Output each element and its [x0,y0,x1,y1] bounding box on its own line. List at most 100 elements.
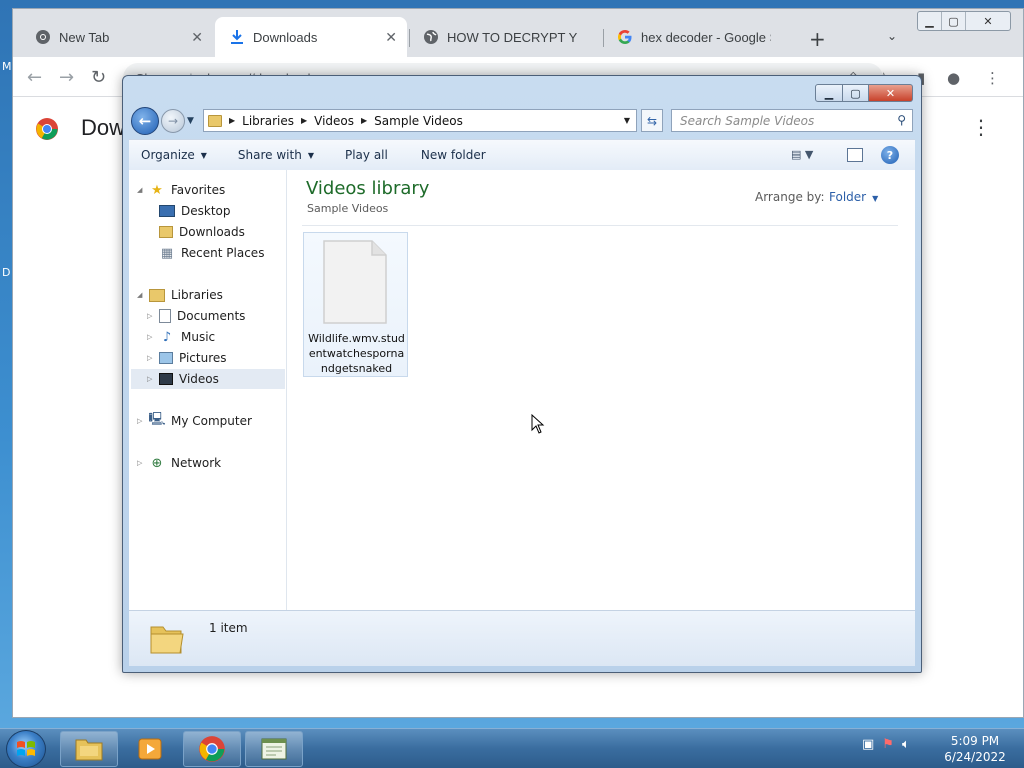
new-tab-button[interactable]: + [809,27,826,51]
start-button[interactable] [6,730,46,768]
search-icon[interactable]: ⚲ [897,113,906,127]
chrome-menu-icon[interactable]: ⋮ [985,69,1000,87]
clock[interactable]: 5:09 PM 6/24/2022 [940,733,1010,765]
collapse-arrow-icon[interactable]: ◢ [137,186,149,194]
nav-label: My Computer [171,414,252,428]
forward-arrow-icon[interactable]: → [59,67,74,88]
profile-avatar-icon[interactable]: ● [947,69,960,87]
close-button[interactable]: ✕ [869,84,913,102]
taskbar-chrome[interactable] [183,731,241,767]
back-arrow-icon[interactable]: ← [27,67,42,88]
organize-label: Organize [141,148,195,162]
organize-button[interactable]: Organize ▼ [129,148,218,162]
change-view-icon[interactable]: ▤ ▼ [791,148,813,161]
breadcrumb-arrow-icon[interactable]: ▶ [301,116,307,125]
nav-pictures[interactable]: ▷ Pictures [147,348,227,368]
nav-label: Pictures [179,351,227,365]
nav-libraries[interactable]: ◢ Libraries [137,285,223,305]
help-icon[interactable]: ? [881,146,899,164]
media-player-icon [138,738,162,760]
explorer-body: ◢ ★ Favorites Desktop Downloads ▦ Recent… [129,170,915,610]
pictures-icon [159,352,173,364]
close-icon[interactable]: ✕ [191,29,203,46]
nav-label: Network [171,456,222,470]
reload-icon[interactable]: ↻ [91,67,106,88]
navigation-pane: ◢ ★ Favorites Desktop Downloads ▦ Recent… [129,170,287,610]
taskbar-notepad[interactable] [245,731,303,767]
tab-new-tab[interactable]: New Tab ✕ [21,17,213,57]
forward-button[interactable]: → [161,109,185,133]
share-with-label: Share with [237,148,302,162]
chrome-icon [199,736,225,762]
file-item[interactable]: Wildlife.wmv.studentwatchespornandgetsna… [303,232,408,377]
item-count: 1 item [209,621,248,635]
system-tray: ▣ ⚑ 🔈︎ [862,737,910,752]
maximize-button[interactable]: ▢ [942,12,966,30]
nav-my-computer[interactable]: ▷ 🖳 My Computer [137,411,252,431]
downloads-menu-button[interactable]: ⋮ [971,115,991,139]
breadcrumb-sample-videos[interactable]: Sample Videos [374,114,463,128]
minimize-button[interactable]: ▁ [918,12,942,30]
expand-arrow-icon[interactable]: ▷ [147,312,159,320]
network-icon: ⊕ [151,455,163,471]
share-with-button[interactable]: Share with ▼ [218,148,325,162]
action-center-icon[interactable]: ⚑ [882,737,894,752]
tab-title: hex decoder - Google S [641,29,771,45]
tab-title: New Tab [59,29,110,45]
breadcrumb-arrow-icon[interactable]: ▶ [361,116,367,125]
close-button[interactable]: ✕ [966,12,1010,30]
search-input[interactable]: Search Sample Videos ⚲ [671,109,913,132]
breadcrumb-libraries[interactable]: Libraries [242,114,294,128]
nav-favorites[interactable]: ◢ ★ Favorites [137,180,225,200]
nav-desktop[interactable]: Desktop [159,201,231,221]
expand-arrow-icon[interactable]: ▷ [137,459,149,467]
recent-pages-dropdown[interactable]: ▼ [187,116,194,126]
tab-title: Downloads [253,29,318,45]
notepad-icon [261,738,287,760]
close-icon[interactable]: ✕ [385,29,397,46]
volume-icon[interactable]: 🔈︎ [902,737,910,752]
nav-network[interactable]: ▷ ⊕ Network [137,453,221,473]
page-title: Dow [81,115,126,140]
nav-label: Downloads [179,225,245,239]
videos-icon [159,373,173,385]
play-all-button[interactable]: Play all [325,148,399,162]
nav-music[interactable]: ▷ ♪ Music [147,327,215,347]
download-icon [229,29,245,45]
nav-recent-places[interactable]: ▦ Recent Places [159,243,265,263]
nav-downloads[interactable]: Downloads [159,222,245,242]
file-explorer-icon [75,739,103,761]
address-bar[interactable]: ▶ Libraries ▶ Videos ▶ Sample Videos ▼ [203,109,637,132]
preview-pane-icon[interactable] [847,148,863,162]
new-folder-button[interactable]: New folder [399,148,497,162]
tab-how-to-decrypt[interactable]: HOW TO DECRYPT YOU [409,17,601,57]
taskbar-file-explorer[interactable] [60,731,118,767]
nav-label: Favorites [171,183,226,197]
minimize-button[interactable]: ▁ [815,84,843,102]
blank-file-icon [323,240,387,324]
tab-hex-decoder[interactable]: hex decoder - Google S [603,17,795,57]
globe-icon [423,29,439,45]
library-subtitle: Sample Videos [307,202,389,215]
maximize-button[interactable]: ▢ [843,84,869,102]
network-tray-icon[interactable]: ▣ [862,737,874,752]
collapse-arrow-icon[interactable]: ◢ [137,291,149,299]
clock-date: 6/24/2022 [944,750,1006,764]
nav-videos[interactable]: ▷ Videos [131,369,285,389]
taskbar-media-player[interactable] [121,731,179,767]
address-dropdown-icon[interactable]: ▼ [624,116,630,125]
breadcrumb-videos[interactable]: Videos [314,114,354,128]
back-button[interactable]: ← [131,107,159,135]
chrome-logo-icon [36,118,58,140]
refresh-button[interactable]: ⇆ [641,109,663,132]
breadcrumb-arrow-icon[interactable]: ▶ [229,116,235,125]
tab-downloads[interactable]: Downloads ✕ [215,17,407,57]
nav-documents[interactable]: ▷ Documents [147,306,245,326]
tab-search-button[interactable]: ⌄ [887,29,897,43]
expand-arrow-icon[interactable]: ▷ [147,333,159,341]
arrange-by-dropdown[interactable]: Folder ▼ [829,190,878,204]
expand-arrow-icon[interactable]: ▷ [147,375,159,383]
expand-arrow-icon[interactable]: ▷ [147,354,159,362]
chevron-down-icon: ▼ [307,150,314,160]
expand-arrow-icon[interactable]: ▷ [137,417,149,425]
